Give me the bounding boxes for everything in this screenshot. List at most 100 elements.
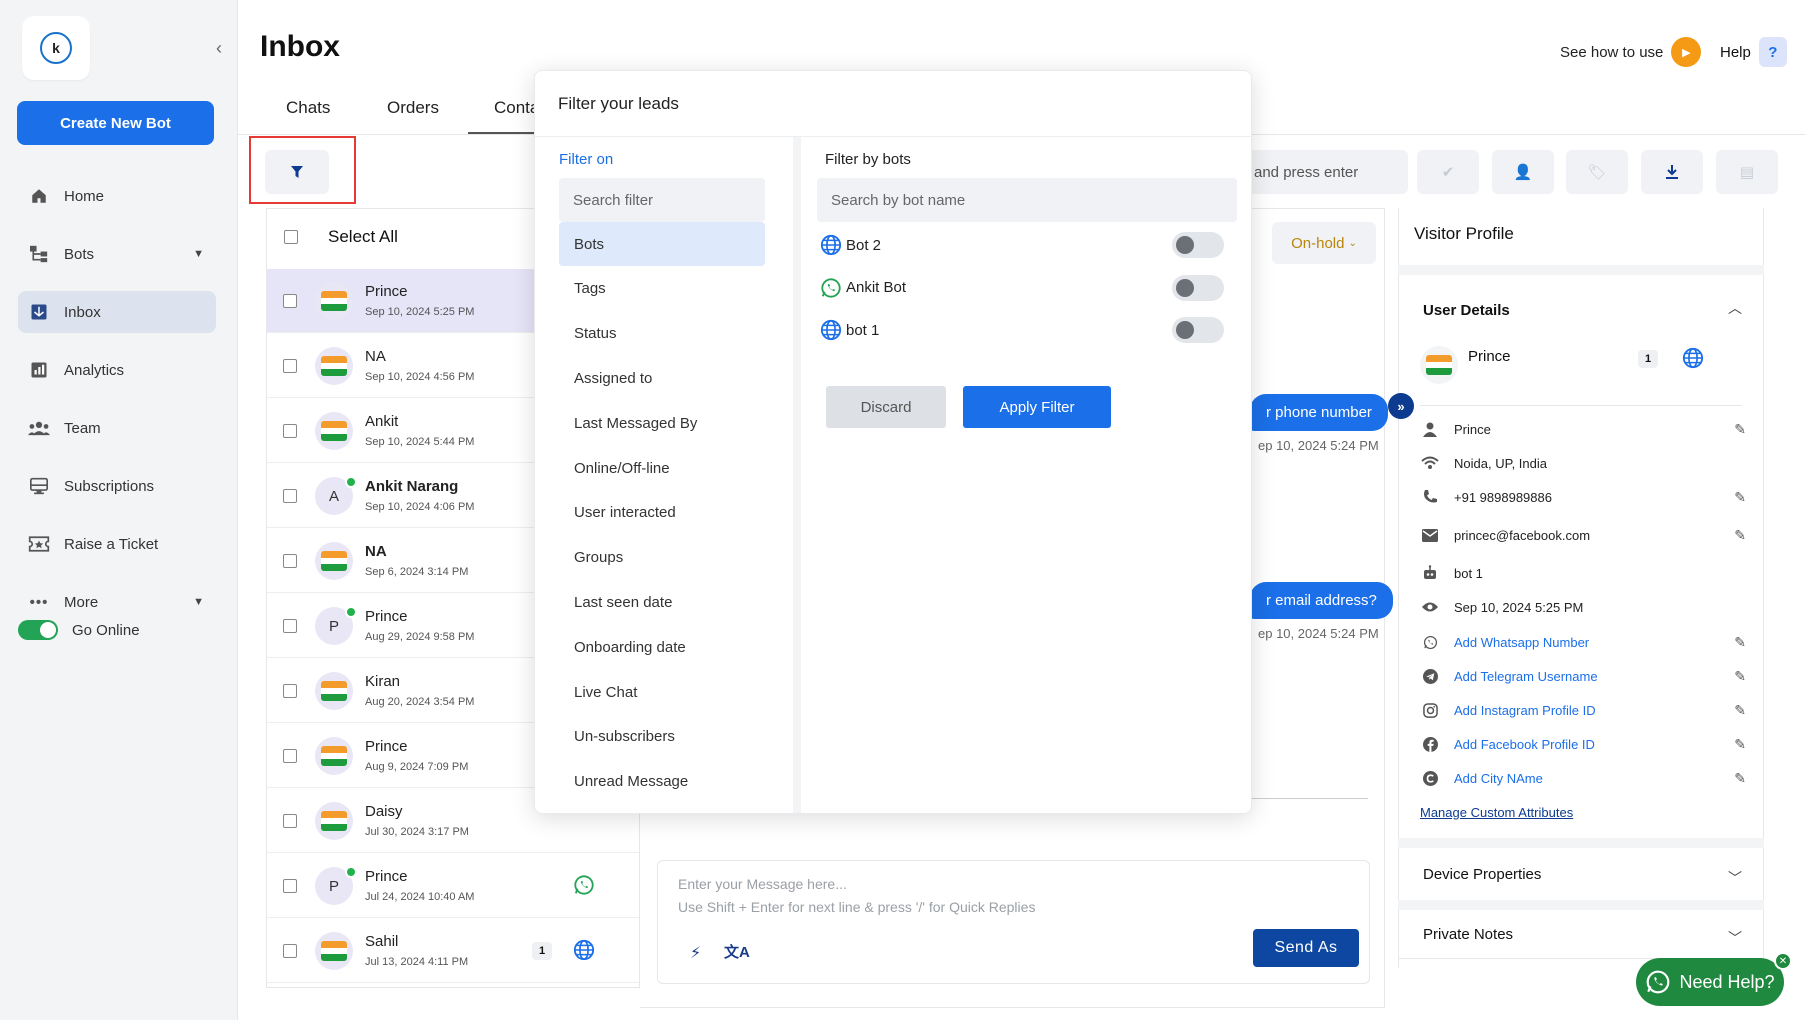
select-all[interactable]: Select All: [284, 227, 398, 247]
kommunicate-logo[interactable]: k: [22, 16, 90, 80]
profile-attribute[interactable]: Add Facebook Profile ID ✎: [1420, 735, 1746, 753]
send-as-button[interactable]: Send As: [1253, 929, 1359, 967]
manage-custom-attributes-link[interactable]: Manage Custom Attributes: [1420, 805, 1573, 820]
online-switch[interactable]: [18, 620, 58, 640]
bot-search-input[interactable]: Search by bot name: [817, 178, 1237, 222]
row-checkbox[interactable]: [283, 294, 297, 308]
sidebar-item-home[interactable]: Home: [18, 175, 216, 217]
filter-option[interactable]: Online/Off-line: [559, 446, 765, 490]
download-button[interactable]: [1641, 150, 1703, 194]
filter-option[interactable]: User interacted: [559, 491, 765, 535]
profile-attribute[interactable]: Add City NAme ✎: [1420, 769, 1746, 787]
delete-button[interactable]: ▤: [1716, 150, 1778, 194]
filter-option[interactable]: Tags: [559, 267, 765, 311]
quick-reply-bolt-icon[interactable]: ⚡: [690, 943, 701, 963]
create-new-bot-button[interactable]: Create New Bot: [17, 101, 214, 145]
edit-pencil-icon[interactable]: ✎: [1734, 736, 1746, 753]
row-checkbox[interactable]: [283, 619, 297, 633]
device-properties-title[interactable]: Device Properties: [1423, 866, 1541, 883]
user-details-title[interactable]: User Details: [1423, 302, 1510, 319]
row-checkbox[interactable]: [283, 554, 297, 568]
private-notes-title[interactable]: Private Notes: [1423, 926, 1513, 943]
tab-contacts[interactable]: Conta: [494, 98, 539, 118]
filter-option[interactable]: Status: [559, 312, 765, 356]
resolve-button[interactable]: ✔: [1417, 150, 1479, 194]
bots-icon: [28, 243, 50, 265]
chevron-up-icon[interactable]: ︿: [1728, 298, 1742, 318]
filter-option[interactable]: Un-subscribers: [559, 715, 765, 759]
profile-attribute[interactable]: Add Instagram Profile ID ✎: [1420, 701, 1746, 719]
row-checkbox[interactable]: [283, 684, 297, 698]
online-indicator: [345, 866, 357, 878]
chevron-down-icon[interactable]: ﹀: [1728, 868, 1742, 888]
filter-option[interactable]: Last Messaged By: [559, 401, 765, 445]
bot-toggle[interactable]: [1172, 317, 1224, 343]
chat-search-input[interactable]: and press enter: [1240, 150, 1408, 194]
apply-filter-button[interactable]: Apply Filter: [963, 386, 1111, 428]
assign-button[interactable]: 👤: [1492, 150, 1554, 194]
attribute-value[interactable]: Add Facebook Profile ID: [1454, 737, 1595, 752]
sidebar-item-team[interactable]: Team: [18, 407, 216, 449]
help-button[interactable]: Help ?: [1720, 37, 1787, 67]
translate-icon[interactable]: 文A: [724, 941, 750, 962]
row-checkbox[interactable]: [283, 944, 297, 958]
need-help-button[interactable]: Need Help?: [1636, 958, 1784, 1006]
sidebar-item-more[interactable]: ••• More ▼: [18, 581, 216, 623]
attribute-value[interactable]: Add Telegram Username: [1454, 669, 1598, 684]
edit-pencil-icon[interactable]: ✎: [1734, 421, 1746, 438]
filter-button[interactable]: [265, 150, 329, 194]
profile-attribute[interactable]: Add Telegram Username ✎: [1420, 667, 1746, 685]
row-checkbox[interactable]: [283, 879, 297, 893]
chevron-down-icon[interactable]: ﹀: [1728, 928, 1742, 948]
tab-chats[interactable]: Chats: [286, 98, 330, 118]
edit-pencil-icon[interactable]: ✎: [1734, 634, 1746, 651]
attribute-value[interactable]: Add Whatsapp Number: [1454, 635, 1589, 650]
edit-pencil-icon[interactable]: ✎: [1734, 527, 1746, 544]
sidebar-item-inbox[interactable]: Inbox: [18, 291, 216, 333]
globe-icon: [820, 319, 842, 341]
question-icon: ?: [1758, 37, 1787, 67]
attribute-value[interactable]: Add Instagram Profile ID: [1454, 703, 1596, 718]
sidebar-item-analytics[interactable]: Analytics: [18, 349, 216, 391]
row-checkbox[interactable]: [283, 489, 297, 503]
row-checkbox[interactable]: [283, 749, 297, 763]
select-all-checkbox[interactable]: [284, 230, 298, 244]
contact-row[interactable]: P Prince Jul 24, 2024 10:40 AM: [267, 854, 639, 918]
filter-option[interactable]: Assigned to: [559, 356, 765, 400]
filter-option[interactable]: Last seen date: [559, 580, 765, 624]
sidebar-item-subscriptions[interactable]: Subscriptions: [18, 465, 216, 507]
go-online-toggle[interactable]: Go Online: [18, 620, 140, 640]
edit-pencil-icon[interactable]: ✎: [1734, 668, 1746, 685]
profile-attribute[interactable]: Add Whatsapp Number ✎: [1420, 633, 1746, 651]
sidebar-item-raise-ticket[interactable]: Raise a Ticket: [18, 523, 216, 565]
row-checkbox[interactable]: [283, 359, 297, 373]
bot-toggle[interactable]: [1172, 232, 1224, 258]
edit-pencil-icon[interactable]: ✎: [1734, 770, 1746, 787]
close-icon[interactable]: ✕: [1774, 952, 1792, 970]
filter-option[interactable]: Groups: [559, 536, 765, 580]
discard-button[interactable]: Discard: [826, 386, 946, 428]
collapse-sidebar-icon[interactable]: ‹: [216, 38, 222, 59]
filter-option[interactable]: Onboarding date: [559, 625, 765, 669]
tag-button[interactable]: 🏷: [1566, 150, 1628, 194]
contact-row[interactable]: Sahil Jul 13, 2024 4:11 PM 1: [267, 919, 639, 983]
filter-option[interactable]: Unread Message: [559, 760, 765, 804]
sidebar-item-bots[interactable]: Bots ▼: [18, 233, 216, 275]
row-checkbox[interactable]: [283, 814, 297, 828]
row-checkbox[interactable]: [283, 424, 297, 438]
tab-orders[interactable]: Orders: [387, 98, 439, 118]
profile-attribute: Sep 10, 2024 5:25 PM: [1420, 598, 1746, 616]
filter-option[interactable]: Live Chat: [559, 670, 765, 714]
edit-pencil-icon[interactable]: ✎: [1734, 702, 1746, 719]
attribute-value[interactable]: Add City NAme: [1454, 771, 1543, 786]
section-separator: [1398, 900, 1764, 910]
filter-option[interactable]: Bots: [559, 222, 765, 266]
bot-toggle[interactable]: [1172, 274, 1224, 301]
search-filter-input[interactable]: Search filter: [559, 178, 765, 222]
person-icon: [1420, 420, 1440, 438]
bot-filter-item: bot 1: [820, 315, 1230, 345]
edit-pencil-icon[interactable]: ✎: [1734, 489, 1746, 506]
status-dropdown[interactable]: On-hold ⌄: [1272, 222, 1376, 264]
see-how-to-use-link[interactable]: See how to use ▶: [1560, 37, 1702, 67]
expand-panel-icon[interactable]: »: [1388, 393, 1414, 419]
